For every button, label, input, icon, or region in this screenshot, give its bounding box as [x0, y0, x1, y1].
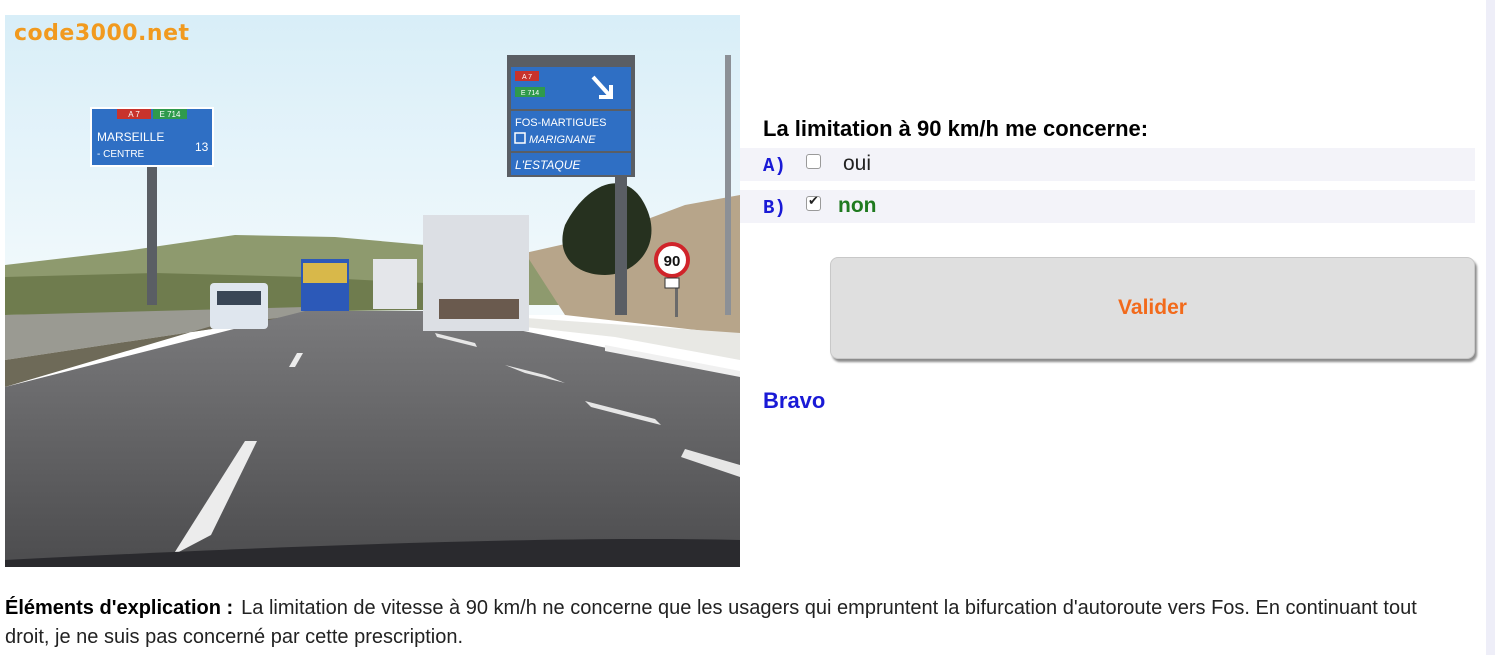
question-photo: A 7 E 714 MARSEILLE - CENTRE 13 A 7 E 71…: [5, 15, 740, 567]
site-watermark: code3000.net: [14, 21, 190, 46]
answer-label: oui: [843, 152, 872, 175]
svg-text:L'ESTAQUE: L'ESTAQUE: [515, 158, 581, 172]
svg-text:90: 90: [664, 253, 681, 270]
highway-scene: A 7 E 714 MARSEILLE - CENTRE 13 A 7 E 71…: [5, 15, 740, 567]
svg-text:E 714: E 714: [160, 110, 181, 119]
svg-text:A 7: A 7: [128, 110, 140, 119]
answer-option-a[interactable]: A) oui: [740, 148, 1475, 181]
explanation-label: Éléments d'explication :: [5, 597, 234, 619]
svg-text:FOS-MARTIGUES: FOS-MARTIGUES: [515, 117, 606, 129]
svg-text:A 7: A 7: [522, 74, 532, 81]
direction-sign-fos: A 7 E 714 FOS-MARTIGUES MARIGNANE L'ESTA…: [507, 55, 635, 177]
svg-text:MARIGNANE: MARIGNANE: [529, 134, 596, 146]
answer-b-checkbox[interactable]: ✔: [806, 194, 821, 211]
direction-sign-marseille: A 7 E 714 MARSEILLE - CENTRE 13: [90, 107, 214, 167]
page-right-border: [1486, 0, 1495, 655]
validate-button[interactable]: Valider: [830, 257, 1475, 359]
explanation: Éléments d'explication : La limitation de…: [5, 594, 1445, 652]
answer-label-correct: non: [838, 194, 877, 217]
checkmark-icon: ✔: [808, 194, 819, 209]
validate-button-label: Valider: [1118, 296, 1187, 319]
answer-letter: B): [763, 197, 786, 219]
question-text: La limitation à 90 km/h me concerne:: [763, 116, 1149, 141]
svg-text:- CENTRE: - CENTRE: [97, 149, 145, 160]
svg-text:13: 13: [195, 140, 209, 154]
svg-text:MARSEILLE: MARSEILLE: [97, 130, 164, 144]
answer-letter: A): [763, 155, 786, 177]
answer-option-b[interactable]: B) ✔ non: [740, 190, 1475, 223]
svg-text:E 714: E 714: [521, 90, 539, 97]
result-message: Bravo: [763, 388, 826, 413]
answer-a-checkbox[interactable]: [806, 154, 821, 169]
